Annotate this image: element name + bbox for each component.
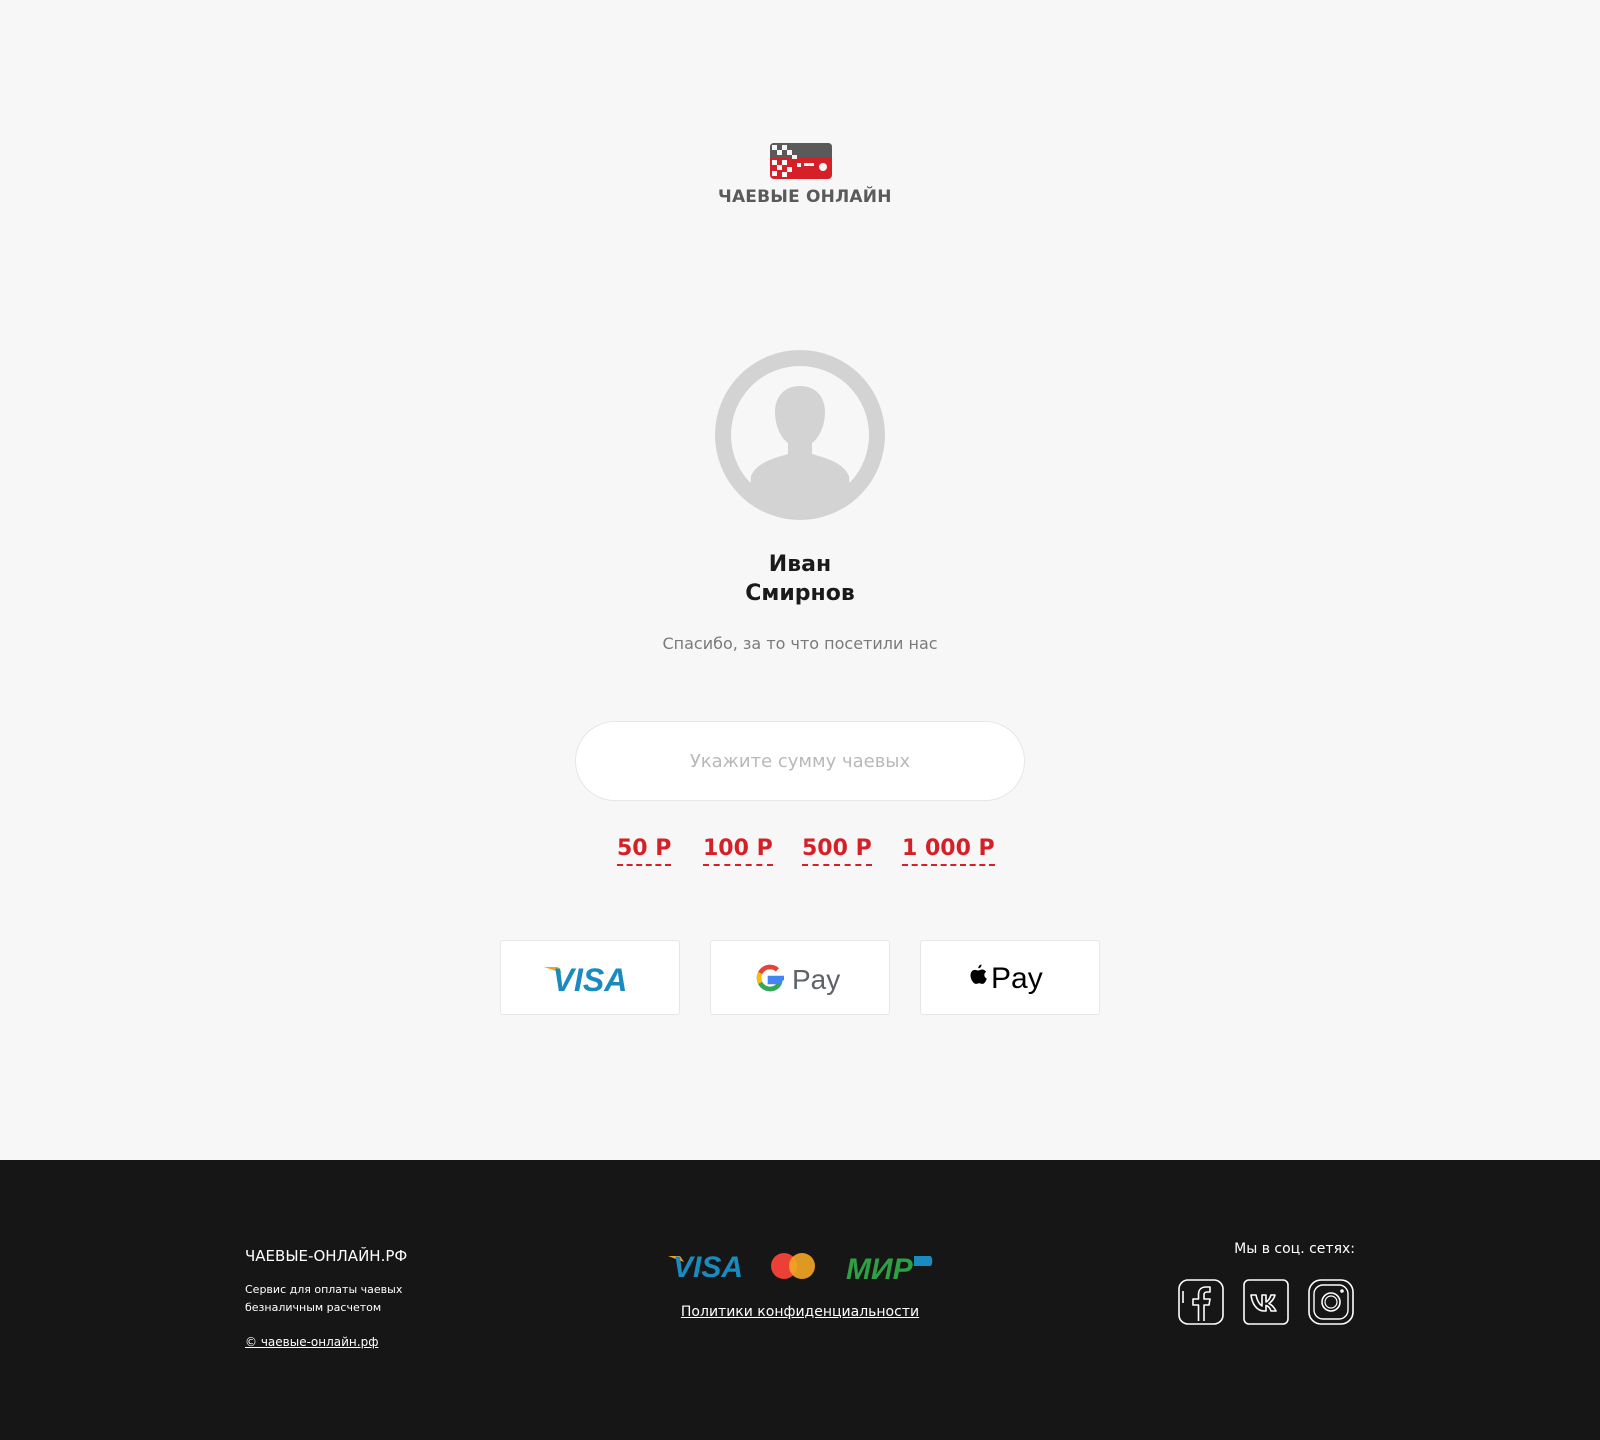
vk-icon [1243,1279,1289,1325]
facebook-icon [1178,1279,1224,1325]
accepted-cards: VISA МИР [668,1248,933,1286]
svg-text:Pay: Pay [792,964,840,995]
instagram-icon [1308,1279,1354,1325]
vk-link[interactable] [1243,1279,1289,1325]
site-logo[interactable]: ЧАЕВЫЕ ОНЛАЙН [718,143,892,207]
visa-icon: VISA [668,1251,743,1284]
last-name: Смирнов [745,581,855,606]
tip-presets: 50 Р 100 Р 500 Р 1 000 Р [600,836,1000,876]
thanks-text: Спасибо, за то что посетили нас [662,634,938,653]
svg-text:VISA: VISA [673,1251,743,1282]
instagram-link[interactable] [1308,1279,1354,1325]
first-name: Иван [768,552,832,577]
apple-pay-icon: Pay [970,962,1043,995]
pay-visa-button[interactable]: VISA [500,940,680,1015]
visa-icon: VISA [544,962,628,995]
svg-text:VISA: VISA [553,962,628,995]
avatar [715,350,885,520]
google-pay-icon: Pay [756,964,840,995]
svg-text:Pay: Pay [991,962,1043,995]
mir-icon: МИР [846,1253,933,1286]
pay-apple-pay-button[interactable]: Pay [920,940,1100,1015]
preset-1000[interactable]: 1 000 Р [902,836,995,866]
facebook-link[interactable] [1178,1279,1224,1325]
logo-icon [770,143,832,179]
copyright-link[interactable]: © чаевые-онлайн.рф [245,1335,378,1349]
mastercard-icon [771,1253,815,1279]
social-label: Мы в соц. сетях: [1234,1241,1355,1257]
footer-description: Сервис для оплаты чаевых безналичным рас… [245,1283,403,1314]
recipient-name: Иван Смирнов [600,550,1000,608]
footer: ЧАЕВЫЕ-ОНЛАЙН.РФ Сервис для оплаты чаевы… [0,1160,1600,1440]
tip-amount-input[interactable] [575,721,1025,801]
footer-site-name: ЧАЕВЫЕ-ОНЛАЙН.РФ [245,1247,408,1265]
logo-text: ЧАЕВЫЕ ОНЛАЙН [718,187,892,207]
person-silhouette-icon [715,350,885,520]
preset-500[interactable]: 500 Р [802,836,872,866]
svg-text:МИР: МИР [846,1253,914,1282]
privacy-policy-link[interactable]: Политики конфиденциальности [600,1304,1000,1320]
pay-google-pay-button[interactable]: Pay [710,940,890,1015]
preset-50[interactable]: 50 Р [617,836,672,866]
preset-100[interactable]: 100 Р [703,836,773,866]
